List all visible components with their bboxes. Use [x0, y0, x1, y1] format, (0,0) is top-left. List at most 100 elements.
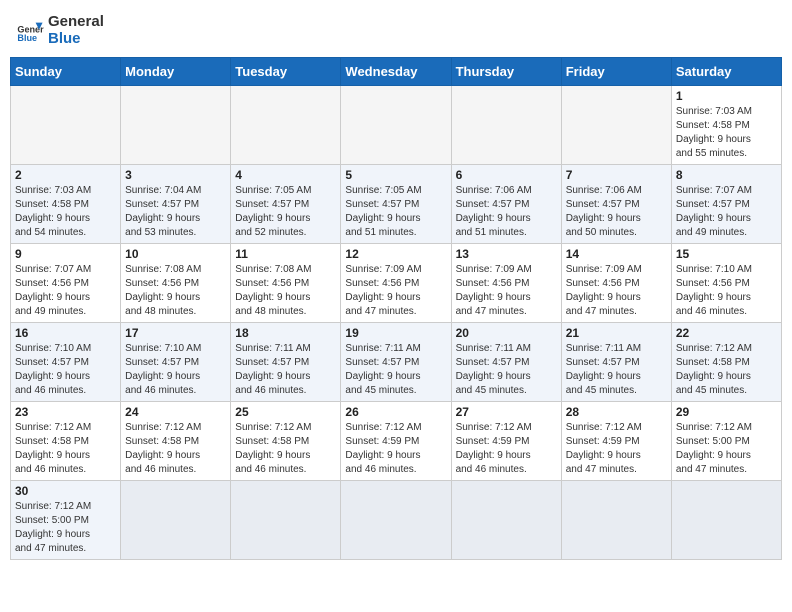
day-number: 4 — [235, 168, 336, 182]
calendar-cell: 4Sunrise: 7:05 AM Sunset: 4:57 PM Daylig… — [231, 165, 341, 244]
day-number: 23 — [15, 405, 116, 419]
calendar-cell: 3 Sunrise: 7:04 AM Sunset: 4:57 PM Daylig… — [121, 165, 231, 244]
logo-general-text: General — [48, 14, 104, 31]
day-number: 8 — [676, 168, 777, 182]
day-number: 27 — [456, 405, 557, 419]
day-sun-info: Sunrise: 7:03 AM Sunset: 4:58 PM Dayligh… — [15, 184, 116, 240]
day-number: 12 — [345, 247, 446, 261]
calendar-table: SundayMondayTuesdayWednesdayThursdayFrid… — [10, 57, 782, 560]
calendar-cell — [341, 481, 451, 560]
calendar-cell — [341, 86, 451, 165]
day-sun-info: Sunrise: 7:12 AM Sunset: 5:00 PM Dayligh… — [15, 500, 116, 556]
weekday-header-monday: Monday — [121, 58, 231, 86]
day-number: 13 — [456, 247, 557, 261]
day-number: 22 — [676, 326, 777, 340]
calendar-cell — [121, 86, 231, 165]
weekday-header-sunday: Sunday — [11, 58, 121, 86]
day-number: 19 — [345, 326, 446, 340]
calendar-cell — [561, 86, 671, 165]
calendar-cell: 8 Sunrise: 7:07 AM Sunset: 4:57 PM Daylig… — [671, 165, 781, 244]
day-sun-info: Sunrise: 7:10 AM Sunset: 4:57 PM Dayligh… — [15, 342, 116, 398]
generalblue-logo-icon: General Blue — [16, 17, 44, 45]
day-sun-info: Sunrise: 7:09 AM Sunset: 4:56 PM Dayligh… — [566, 263, 667, 319]
day-number: 17 — [125, 326, 226, 340]
day-sun-info: Sunrise: 7:07 AM Sunset: 4:57 PM Dayligh… — [676, 184, 777, 240]
calendar-cell: 23 Sunrise: 7:12 AM Sunset: 4:58 PM Dayli… — [11, 402, 121, 481]
day-number: 26 — [345, 405, 446, 419]
calendar-week-row: 2 Sunrise: 7:03 AM Sunset: 4:58 PM Daylig… — [11, 165, 782, 244]
day-sun-info: Sunrise: 7:08 AM Sunset: 4:56 PM Dayligh… — [125, 263, 226, 319]
day-number: 14 — [566, 247, 667, 261]
weekday-header-thursday: Thursday — [451, 58, 561, 86]
day-number: 20 — [456, 326, 557, 340]
calendar-cell: 19Sunrise: 7:11 AM Sunset: 4:57 PM Dayli… — [341, 323, 451, 402]
day-number: 6 — [456, 168, 557, 182]
calendar-cell: 14 Sunrise: 7:09 AM Sunset: 4:56 PM Dayli… — [561, 244, 671, 323]
calendar-cell — [561, 481, 671, 560]
calendar-cell: 27 Sunrise: 7:12 AM Sunset: 4:59 PM Dayli… — [451, 402, 561, 481]
day-number: 10 — [125, 247, 226, 261]
calendar-week-row: 23 Sunrise: 7:12 AM Sunset: 4:58 PM Dayli… — [11, 402, 782, 481]
day-sun-info: Sunrise: 7:11 AM Sunset: 4:57 PM Dayligh… — [566, 342, 667, 398]
logo-blue-text: Blue — [48, 31, 104, 48]
calendar-week-row: 1 Sunrise: 7:03 AM Sunset: 4:58 PM Daylig… — [11, 86, 782, 165]
calendar-week-row: 16 Sunrise: 7:10 AM Sunset: 4:57 PM Dayli… — [11, 323, 782, 402]
day-sun-info: Sunrise: 7:04 AM Sunset: 4:57 PM Dayligh… — [125, 184, 226, 240]
day-sun-info: Sunrise: 7:11 AM Sunset: 4:57 PM Dayligh… — [456, 342, 557, 398]
day-sun-info: Sunrise: 7:09 AM Sunset: 4:56 PM Dayligh… — [456, 263, 557, 319]
calendar-cell: 9Sunrise: 7:07 AM Sunset: 4:56 PM Daylig… — [11, 244, 121, 323]
calendar-cell: 6 Sunrise: 7:06 AM Sunset: 4:57 PM Daylig… — [451, 165, 561, 244]
calendar-cell — [451, 481, 561, 560]
calendar-cell — [121, 481, 231, 560]
calendar-cell: 26Sunrise: 7:12 AM Sunset: 4:59 PM Dayli… — [341, 402, 451, 481]
day-sun-info: Sunrise: 7:12 AM Sunset: 4:58 PM Dayligh… — [676, 342, 777, 398]
day-sun-info: Sunrise: 7:06 AM Sunset: 4:57 PM Dayligh… — [566, 184, 667, 240]
day-number: 11 — [235, 247, 336, 261]
weekday-header-friday: Friday — [561, 58, 671, 86]
calendar-cell: 12 Sunrise: 7:09 AM Sunset: 4:56 PM Dayli… — [341, 244, 451, 323]
header: General Blue General Blue — [10, 10, 782, 51]
day-sun-info: Sunrise: 7:12 AM Sunset: 4:59 PM Dayligh… — [566, 421, 667, 477]
calendar-cell: 22 Sunrise: 7:12 AM Sunset: 4:58 PM Dayli… — [671, 323, 781, 402]
day-sun-info: Sunrise: 7:11 AM Sunset: 4:57 PM Dayligh… — [235, 342, 336, 398]
calendar-cell — [11, 86, 121, 165]
calendar-cell: 24Sunrise: 7:12 AM Sunset: 4:58 PM Dayli… — [121, 402, 231, 481]
day-sun-info: Sunrise: 7:08 AM Sunset: 4:56 PM Dayligh… — [235, 263, 336, 319]
day-sun-info: Sunrise: 7:05 AM Sunset: 4:57 PM Dayligh… — [345, 184, 446, 240]
calendar-cell — [671, 481, 781, 560]
weekday-header-tuesday: Tuesday — [231, 58, 341, 86]
calendar-cell: 11 Sunrise: 7:08 AM Sunset: 4:56 PM Dayli… — [231, 244, 341, 323]
day-number: 25 — [235, 405, 336, 419]
day-number: 16 — [15, 326, 116, 340]
calendar-cell: 2 Sunrise: 7:03 AM Sunset: 4:58 PM Daylig… — [11, 165, 121, 244]
calendar-cell: 18Sunrise: 7:11 AM Sunset: 4:57 PM Dayli… — [231, 323, 341, 402]
calendar-cell — [231, 86, 341, 165]
calendar-cell: 16 Sunrise: 7:10 AM Sunset: 4:57 PM Dayli… — [11, 323, 121, 402]
day-number: 5 — [345, 168, 446, 182]
calendar-cell: 15Sunrise: 7:10 AM Sunset: 4:56 PM Dayli… — [671, 244, 781, 323]
day-sun-info: Sunrise: 7:12 AM Sunset: 5:00 PM Dayligh… — [676, 421, 777, 477]
day-sun-info: Sunrise: 7:10 AM Sunset: 4:56 PM Dayligh… — [676, 263, 777, 319]
day-sun-info: Sunrise: 7:06 AM Sunset: 4:57 PM Dayligh… — [456, 184, 557, 240]
day-number: 29 — [676, 405, 777, 419]
day-sun-info: Sunrise: 7:12 AM Sunset: 4:58 PM Dayligh… — [15, 421, 116, 477]
weekday-header-saturday: Saturday — [671, 58, 781, 86]
calendar-cell — [231, 481, 341, 560]
calendar-cell: 29 Sunrise: 7:12 AM Sunset: 5:00 PM Dayli… — [671, 402, 781, 481]
calendar-cell — [451, 86, 561, 165]
day-number: 1 — [676, 89, 777, 103]
calendar-cell: 5 Sunrise: 7:05 AM Sunset: 4:57 PM Daylig… — [341, 165, 451, 244]
calendar-cell: 13 Sunrise: 7:09 AM Sunset: 4:56 PM Dayli… — [451, 244, 561, 323]
calendar-cell: 17Sunrise: 7:10 AM Sunset: 4:57 PM Dayli… — [121, 323, 231, 402]
day-number: 3 — [125, 168, 226, 182]
day-sun-info: Sunrise: 7:12 AM Sunset: 4:59 PM Dayligh… — [456, 421, 557, 477]
logo: General Blue General Blue — [16, 14, 104, 47]
day-sun-info: Sunrise: 7:09 AM Sunset: 4:56 PM Dayligh… — [345, 263, 446, 319]
day-sun-info: Sunrise: 7:03 AM Sunset: 4:58 PM Dayligh… — [676, 105, 777, 161]
day-number: 30 — [15, 484, 116, 498]
calendar-cell: 7 Sunrise: 7:06 AM Sunset: 4:57 PM Daylig… — [561, 165, 671, 244]
day-number: 2 — [15, 168, 116, 182]
day-number: 7 — [566, 168, 667, 182]
day-number: 24 — [125, 405, 226, 419]
calendar-cell: 30 Sunrise: 7:12 AM Sunset: 5:00 PM Dayli… — [11, 481, 121, 560]
